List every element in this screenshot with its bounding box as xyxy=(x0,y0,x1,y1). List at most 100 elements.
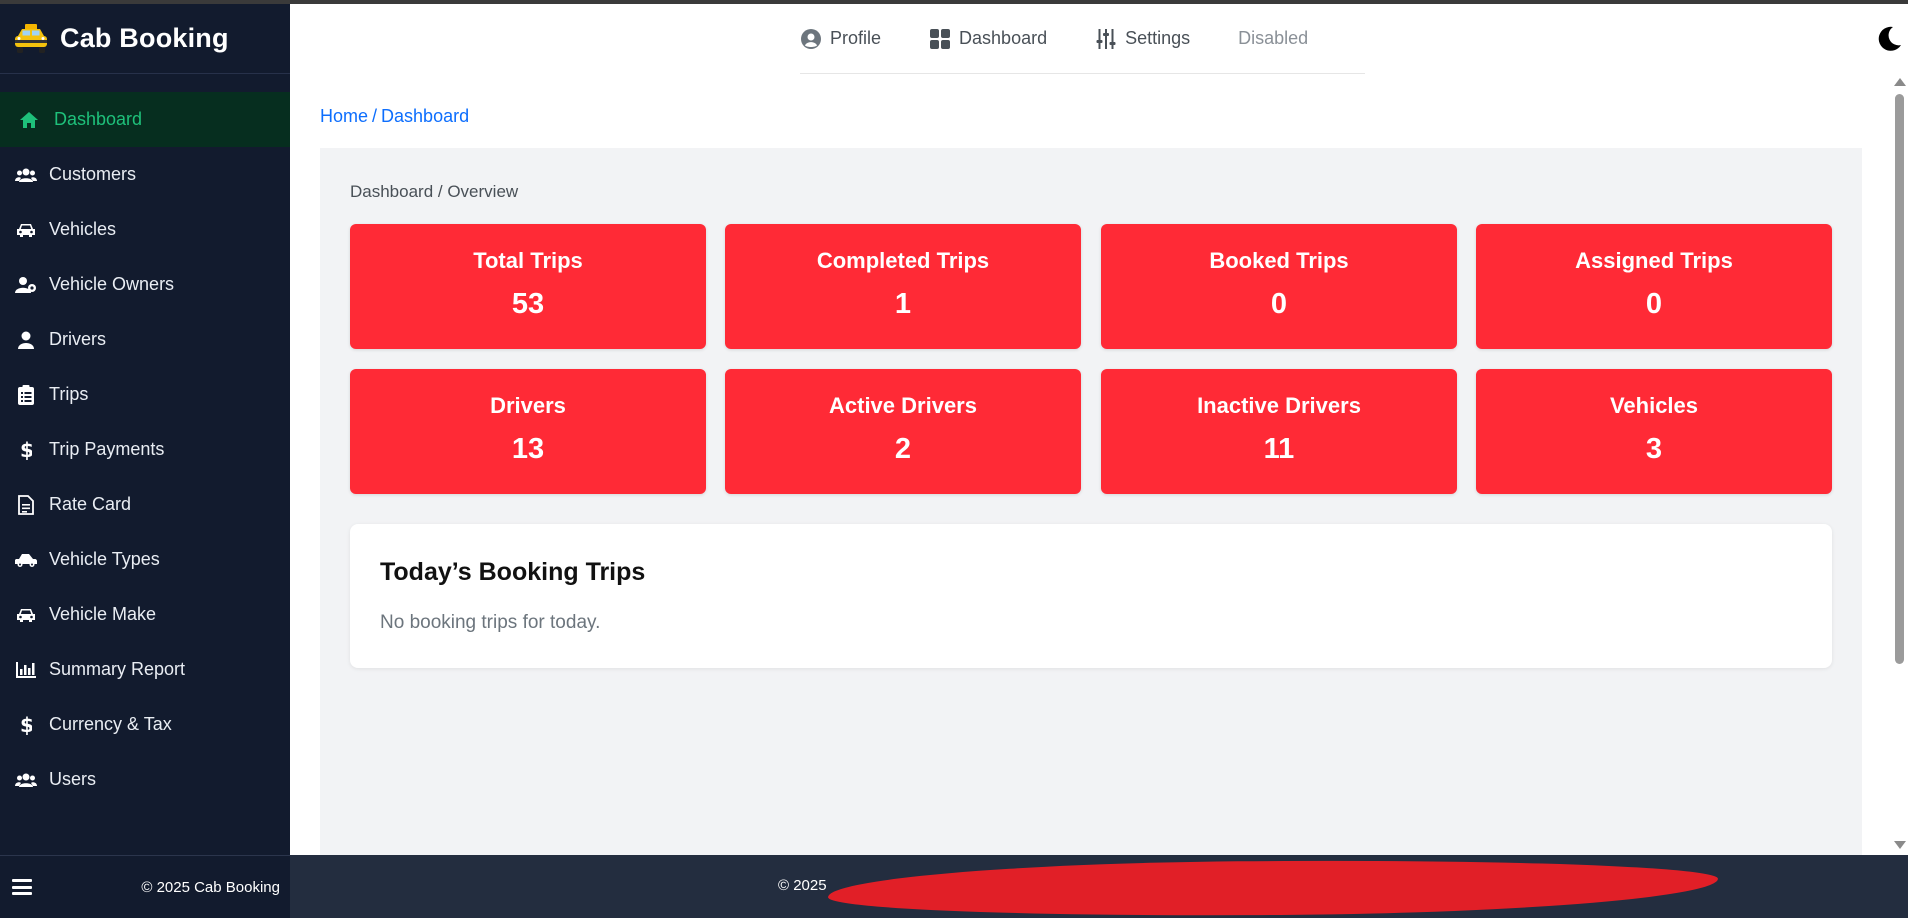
sidebar-item-vehicle-make[interactable]: Vehicle Make xyxy=(0,587,290,642)
booking-empty-message: No booking trips for today. xyxy=(380,612,601,633)
moon-icon[interactable] xyxy=(1874,24,1904,54)
users-icon xyxy=(15,769,37,791)
top-nav-links: Profile Dashboard Settings Disabled xyxy=(800,4,1365,74)
svg-text:$: $ xyxy=(20,440,32,460)
stat-label: Vehicles xyxy=(1609,393,1699,418)
stat-card-assigned-trips[interactable]: Assigned Trips 0 xyxy=(1476,224,1832,349)
breadcrumb-current-link[interactable]: Dashboard xyxy=(381,106,469,126)
menu-toggle-icon[interactable] xyxy=(12,879,32,895)
sidebar-item-label: Vehicles xyxy=(49,219,117,239)
nav-link-profile[interactable]: Profile xyxy=(800,28,881,50)
sidebar-item-label: Drivers xyxy=(49,329,106,349)
stat-value: 0 xyxy=(1645,288,1663,320)
stat-value: 3 xyxy=(1645,433,1663,465)
todays-booking-card: Today’s Booking Trips No booking trips f… xyxy=(350,524,1832,668)
page-scrollbar[interactable] xyxy=(1890,74,1908,855)
sidebar-item-label: Summary Report xyxy=(49,659,186,679)
stat-value: 11 xyxy=(1263,433,1295,465)
brand[interactable]: Cab Booking xyxy=(0,4,290,74)
sidebar-item-label: Rate Card xyxy=(49,494,132,514)
stat-card-total-trips[interactable]: Total Trips 53 xyxy=(350,224,706,349)
stat-value: 53 xyxy=(511,288,545,320)
car-icon xyxy=(15,219,37,241)
sidebar-item-label: Dashboard xyxy=(54,109,143,129)
taxi-icon xyxy=(15,23,47,53)
dollar-icon: $ xyxy=(15,439,37,461)
sidebar-item-vehicle-owners[interactable]: Vehicle Owners xyxy=(0,257,290,312)
brand-name: Cab Booking xyxy=(60,23,229,53)
stat-value: 1 xyxy=(894,288,912,320)
sidebar-item-label: Customers xyxy=(49,164,137,184)
home-icon xyxy=(18,109,40,131)
nav-link-label: Disabled xyxy=(1238,28,1309,48)
sidebar-item-trip-payments[interactable]: $ Trip Payments xyxy=(0,422,290,477)
sidebar-footer: © 2025 Cab Booking xyxy=(0,855,290,918)
stat-card-booked-trips[interactable]: Booked Trips 0 xyxy=(1101,224,1457,349)
stat-label: Completed Trips xyxy=(816,248,990,273)
stat-value: 13 xyxy=(511,433,545,465)
car-side-icon xyxy=(15,549,37,571)
redaction-mark xyxy=(827,857,1719,918)
scroll-down-arrow-icon[interactable] xyxy=(1894,841,1906,849)
breadcrumb-home-link[interactable]: Home xyxy=(320,106,368,126)
user-circle-icon xyxy=(800,28,822,50)
user-icon xyxy=(15,329,37,351)
stat-label: Inactive Drivers xyxy=(1197,393,1361,418)
stat-card-drivers[interactable]: Drivers 13 xyxy=(350,369,706,494)
booking-card-title: Today’s Booking Trips xyxy=(380,558,646,586)
scrollbar-thumb[interactable] xyxy=(1895,94,1904,664)
dollar-icon: $ xyxy=(15,714,37,736)
document-icon xyxy=(15,494,37,516)
car-icon xyxy=(15,604,37,626)
users-icon xyxy=(15,164,37,186)
clipboard-icon xyxy=(15,384,37,406)
stat-card-inactive-drivers[interactable]: Inactive Drivers 11 xyxy=(1101,369,1457,494)
footer-copyright: © 2025 xyxy=(778,877,827,894)
sidebar-item-label: Trip Payments xyxy=(49,439,165,459)
main-content: Home / Dashboard Dashboard / Overview Tota… xyxy=(290,74,1890,855)
breadcrumb-separator: / xyxy=(372,106,378,126)
dashboard-panel: Dashboard / Overview Total Trips 53 Comp… xyxy=(320,148,1862,855)
stat-value: 2 xyxy=(894,433,912,465)
grid-icon xyxy=(929,28,951,50)
svg-text:$: $ xyxy=(20,715,32,735)
sidebar-item-label: Vehicle Owners xyxy=(49,274,175,294)
stat-value: 0 xyxy=(1270,288,1288,320)
sidebar-item-currency-tax[interactable]: $ Currency & Tax xyxy=(0,697,290,752)
sidebar-item-summary-report[interactable]: Summary Report xyxy=(0,642,290,697)
nav-link-dashboard[interactable]: Dashboard xyxy=(929,28,1047,50)
nav-link-settings[interactable]: Settings xyxy=(1095,28,1190,50)
sidebar: Cab Booking Dashboard Customers Vehicles… xyxy=(0,4,290,855)
stat-label: Booked Trips xyxy=(1209,248,1349,273)
sidebar-item-vehicle-types[interactable]: Vehicle Types xyxy=(0,532,290,587)
stat-card-vehicles[interactable]: Vehicles 3 xyxy=(1476,369,1832,494)
nav-link-label: Settings xyxy=(1125,28,1191,48)
stat-card-active-drivers[interactable]: Active Drivers 2 xyxy=(725,369,1081,494)
stat-card-completed-trips[interactable]: Completed Trips 1 xyxy=(725,224,1081,349)
nav-link-label: Dashboard xyxy=(959,28,1048,48)
sidebar-item-label: Currency & Tax xyxy=(49,714,172,734)
sidebar-item-vehicles[interactable]: Vehicles xyxy=(0,202,290,257)
sidebar-item-drivers[interactable]: Drivers xyxy=(0,312,290,367)
sidebar-item-customers[interactable]: Customers xyxy=(0,147,290,202)
panel-title: Dashboard / Overview xyxy=(350,182,519,201)
sidebar-copyright: © 2025 Cab Booking xyxy=(141,878,280,896)
top-navbar: Profile Dashboard Settings Disabled xyxy=(290,4,1908,74)
sidebar-item-label: Vehicle Types xyxy=(49,549,160,569)
breadcrumb: Home / Dashboard xyxy=(320,106,469,127)
nav-link-disabled: Disabled xyxy=(1238,28,1308,49)
nav-link-label: Profile xyxy=(830,28,882,48)
sidebar-item-trips[interactable]: Trips xyxy=(0,367,290,422)
sidebar-item-label: Vehicle Make xyxy=(49,604,157,624)
stat-label: Assigned Trips xyxy=(1575,248,1733,273)
bar-chart-icon xyxy=(15,659,37,681)
stat-label: Active Drivers xyxy=(829,393,977,418)
scroll-up-arrow-icon[interactable] xyxy=(1894,78,1906,86)
page-footer: © 2025 xyxy=(290,855,1908,918)
sidebar-item-users[interactable]: Users xyxy=(0,752,290,807)
user-gear-icon xyxy=(15,274,37,296)
sidebar-item-rate-card[interactable]: Rate Card xyxy=(0,477,290,532)
sidebar-item-label: Users xyxy=(49,769,97,789)
sidebar-item-label: Trips xyxy=(49,384,89,404)
sidebar-item-dashboard[interactable]: Dashboard xyxy=(0,92,290,147)
